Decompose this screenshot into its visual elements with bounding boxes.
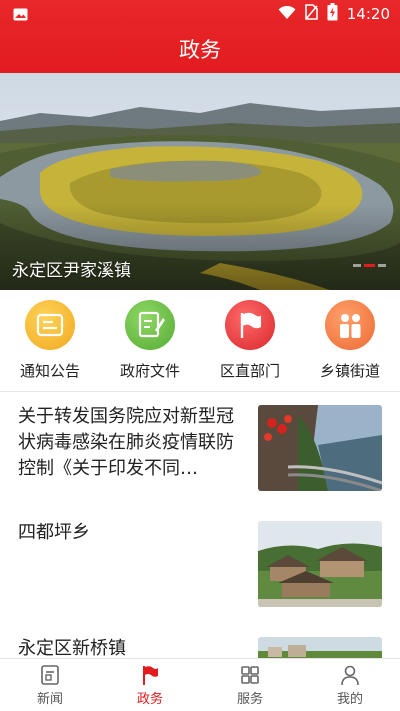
quick-nav-departments[interactable]: 区直部门 [200, 300, 300, 381]
news-item[interactable]: 永定区新桥镇 [0, 624, 400, 658]
tab-government[interactable]: 政务 [100, 659, 200, 711]
user-icon [339, 664, 361, 686]
flag-icon [139, 664, 161, 686]
page-title: 政务 [179, 38, 221, 62]
town-landscape-photo [258, 637, 382, 658]
banner-carousel[interactable]: 永定区尹家溪镇 [0, 73, 400, 290]
village-houses-photo [258, 521, 382, 607]
people-icon [325, 300, 375, 350]
tab-services[interactable]: 服务 [200, 659, 300, 711]
tab-news[interactable]: 新闻 [0, 659, 100, 711]
news-title: 关于转发国务院应对新型冠状病毒感染在肺炎疫情联防控制《关于印发不同… [18, 406, 234, 479]
tab-label: 服务 [236, 692, 263, 707]
cliff-walkway-photo [258, 405, 382, 491]
image-notification-icon [13, 6, 28, 25]
news-title: 永定区新桥镇 [18, 638, 126, 658]
status-time: 14:20 [346, 5, 390, 23]
no-sim-icon [304, 4, 318, 24]
quick-nav-label: 区直部门 [219, 362, 280, 380]
tab-label: 新闻 [36, 692, 63, 707]
news-item[interactable]: 关于转发国务院应对新型冠状病毒感染在肺炎疫情联防控制《关于印发不同… [0, 392, 400, 508]
tab-label: 政务 [136, 692, 163, 707]
news-item[interactable]: 四都坪乡 [0, 508, 400, 624]
tab-mine[interactable]: 我的 [300, 659, 400, 711]
carousel-dot [353, 264, 361, 267]
notice-icon [25, 300, 75, 350]
news-title: 四都坪乡 [18, 522, 90, 543]
banner-caption: 永定区尹家溪镇 [12, 261, 131, 281]
document-edit-icon [125, 300, 175, 350]
carousel-dot [378, 264, 386, 267]
news-icon [39, 664, 61, 686]
quick-nav-label: 乡镇街道 [319, 362, 380, 380]
quick-nav-label: 通知公告 [19, 362, 80, 380]
wifi-icon [278, 5, 296, 24]
quick-nav-label: 政府文件 [119, 362, 180, 380]
carousel-indicator [353, 264, 386, 267]
quick-nav: 通知公告 政府文件 区直部门 乡镇街道 [0, 290, 400, 392]
bottom-tab-bar: 新闻 政务 服务 我的 [0, 658, 400, 711]
battery-charging-icon [327, 3, 338, 25]
status-bar: 14:20 [0, 0, 400, 26]
tab-label: 我的 [336, 692, 363, 707]
flag-icon [225, 300, 275, 350]
quick-nav-gov-docs[interactable]: 政府文件 [100, 300, 200, 381]
grid-icon [239, 664, 261, 686]
news-list: 关于转发国务院应对新型冠状病毒感染在肺炎疫情联防控制《关于印发不同… 四都坪乡 [0, 392, 400, 658]
quick-nav-notice[interactable]: 通知公告 [0, 300, 100, 381]
app-header: 14:20 政务 [0, 0, 400, 73]
quick-nav-towns[interactable]: 乡镇街道 [300, 300, 400, 381]
carousel-dot-active [364, 264, 375, 267]
